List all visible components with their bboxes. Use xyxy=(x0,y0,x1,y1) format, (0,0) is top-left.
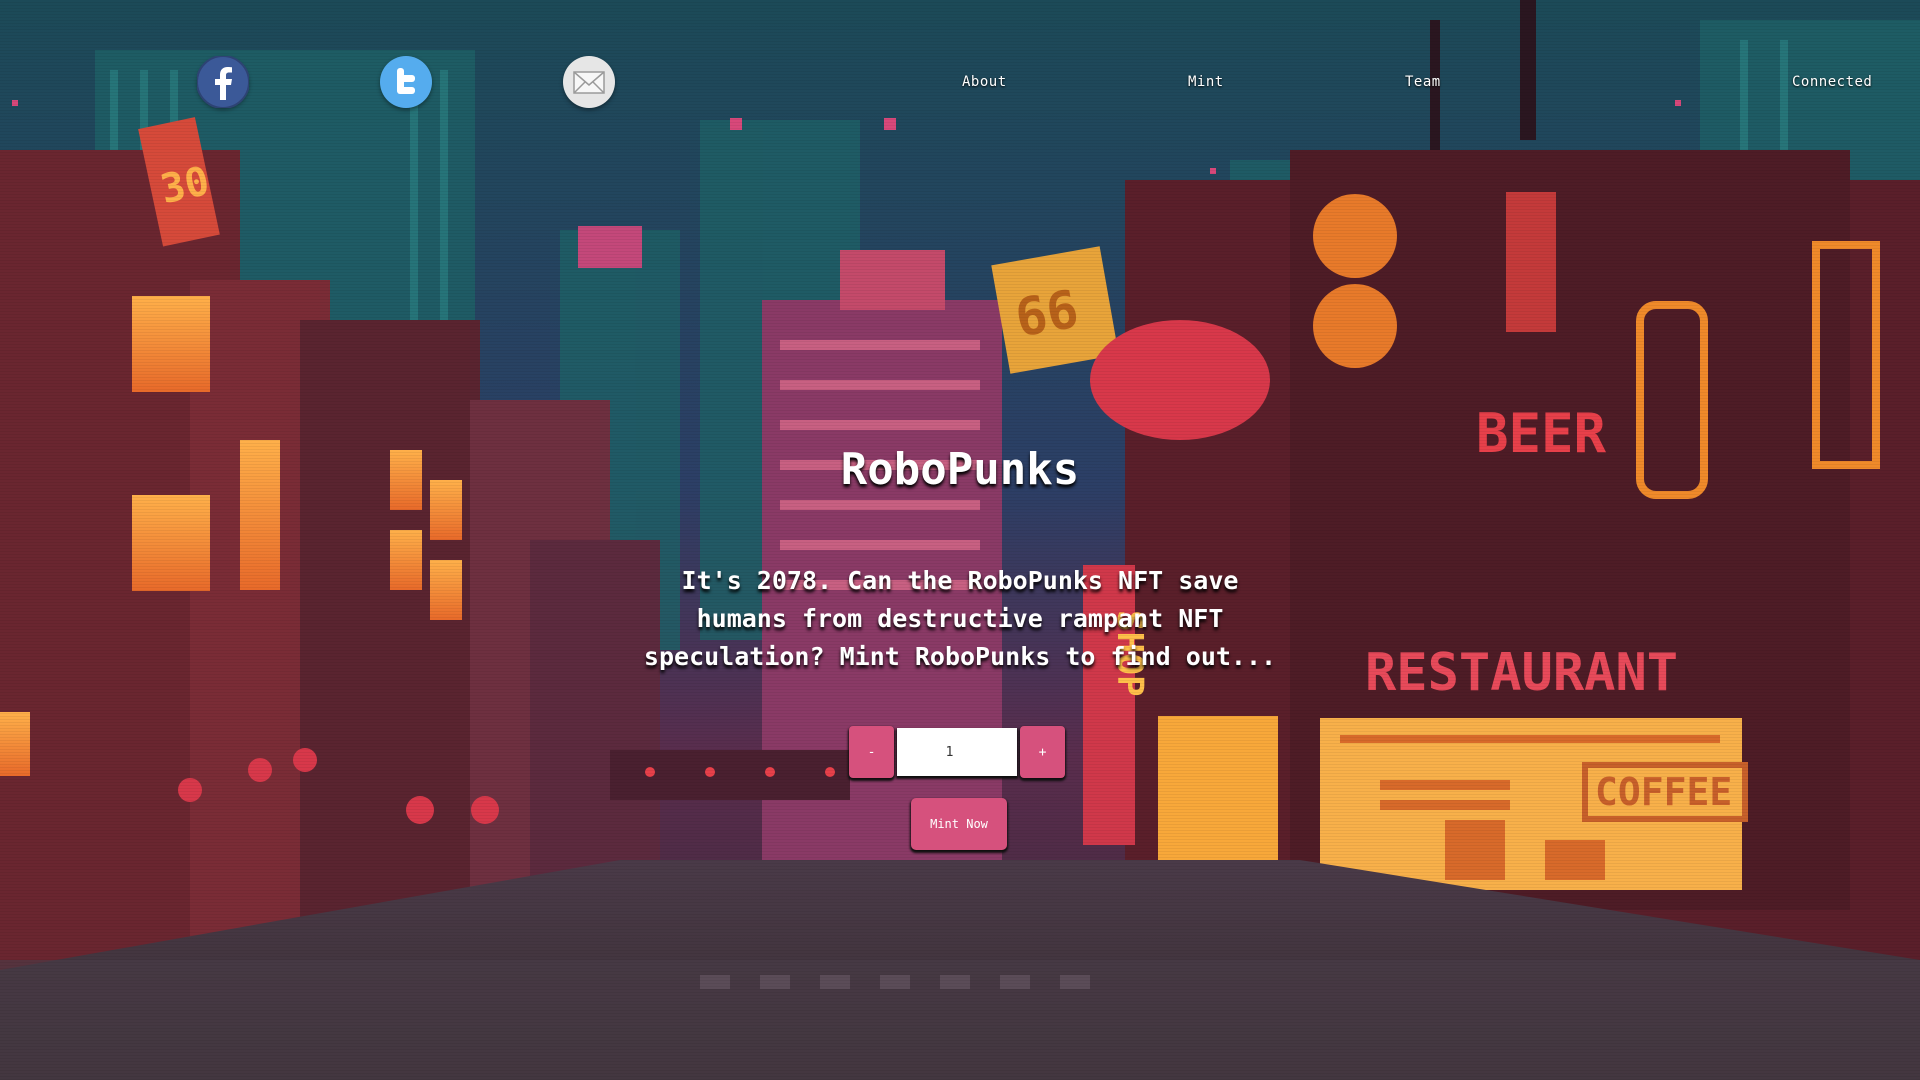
svg-text:66: 66 xyxy=(1011,279,1083,349)
hero-description: It's 2078. Can the RoboPunks NFT save hu… xyxy=(643,566,1277,671)
svg-text:RESTAURANT: RESTAURANT xyxy=(1365,643,1678,703)
twitter-icon[interactable] xyxy=(380,56,432,108)
increment-button[interactable]: + xyxy=(1020,726,1065,778)
nav-link-about[interactable]: About xyxy=(962,74,1007,90)
decrement-button[interactable]: - xyxy=(849,726,894,778)
quantity-stepper: - + xyxy=(849,726,1065,778)
email-icon[interactable] xyxy=(563,56,615,108)
connected-status[interactable]: Connected xyxy=(1792,74,1872,90)
nav-link-mint[interactable]: Mint xyxy=(1188,74,1224,90)
quantity-input[interactable] xyxy=(897,728,1017,776)
top-navigation: About Mint Team Connected xyxy=(0,0,1920,170)
nav-link-team[interactable]: Team xyxy=(1405,74,1441,90)
facebook-icon[interactable] xyxy=(197,56,249,108)
page-title: RoboPunks xyxy=(840,444,1080,495)
mint-now-button[interactable]: Mint Now xyxy=(911,798,1007,850)
svg-text:COFFEE: COFFEE xyxy=(1595,770,1732,814)
